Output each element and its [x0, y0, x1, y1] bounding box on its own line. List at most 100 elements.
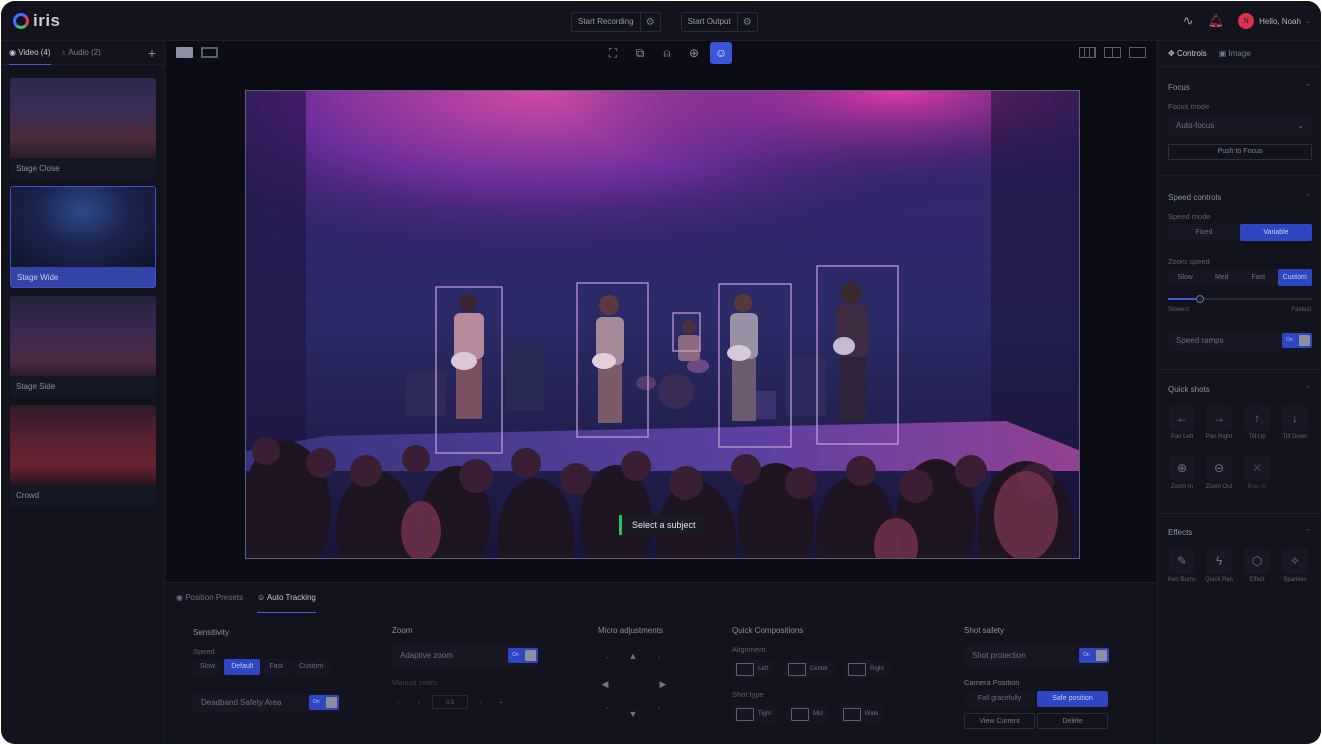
activity-icon[interactable]: ∿	[1183, 11, 1194, 31]
delete-button[interactable]: Delete	[1037, 713, 1108, 729]
micro-adjust-dpad: • ▲ • ◀ ▶ • ▼ •	[596, 647, 672, 723]
notification-bell-icon[interactable]: 🔔︎	[1208, 11, 1225, 31]
logo-icon	[13, 13, 29, 29]
arrow-up-icon[interactable]: ▲	[624, 647, 642, 665]
manual-zoom-stepper: − ‹ 0.5 › +	[392, 695, 508, 709]
add-source-button[interactable]: +	[148, 45, 156, 61]
focus-section-title: Focus	[1168, 83, 1190, 92]
tab-image[interactable]: ▣ Image	[1219, 41, 1251, 67]
video-feed[interactable]	[245, 90, 1080, 559]
push-to-focus-button[interactable]: Push to Focus	[1168, 144, 1312, 160]
quick-shots-chevron-icon[interactable]: ⌃	[1305, 385, 1311, 393]
person-position-icon[interactable]: ⍝	[656, 42, 678, 64]
speed-custom[interactable]: Custom	[292, 659, 331, 675]
effects-chevron-icon[interactable]: ⌃	[1305, 528, 1311, 536]
shot-protection-toggle[interactable]: On	[1079, 648, 1109, 663]
shot-tight-button[interactable]: Tight	[732, 705, 778, 723]
pan-left-button[interactable]: ← Pan Left	[1167, 405, 1197, 440]
grid-view-icon[interactable]	[201, 47, 218, 58]
shot-wide-button[interactable]: Wide	[838, 705, 885, 723]
tab-position-presets[interactable]: ◉ Position Presets	[176, 583, 243, 613]
diag-up-right-dot[interactable]: •	[650, 650, 668, 668]
frame-center-icon[interactable]: ⛶	[602, 42, 624, 64]
source-thumbnail[interactable]: Crowd	[10, 405, 156, 507]
source-thumbnail[interactable]: Stage Close	[10, 78, 156, 180]
adaptive-zoom-row: Adaptive zoom On	[392, 646, 538, 666]
adaptive-zoom-toggle[interactable]: On	[508, 648, 538, 663]
shot-protection-label: Shot protection	[972, 651, 1026, 660]
arrow-up-icon: ↑	[1244, 405, 1270, 431]
zoom-in-button[interactable]: ⊕ Zoom In	[1167, 455, 1197, 490]
source-thumbnail[interactable]: Stage Side	[10, 296, 156, 398]
sparkles-button[interactable]: ✧ Sparkles	[1280, 548, 1310, 583]
slider-handle[interactable]	[1195, 295, 1204, 303]
tilt-down-button[interactable]: ↓ Tilt Down	[1280, 405, 1310, 440]
main-viewer: ⛶ ⧉ ⍝ ⊕ ☺ Select a subject	[166, 41, 1156, 582]
divider	[1158, 175, 1321, 176]
zoom-speed-custom[interactable]: Custom	[1277, 269, 1312, 286]
arrow-down-icon: ↓	[1282, 405, 1308, 431]
recording-settings-gear-icon[interactable]: ⚙	[639, 13, 660, 31]
speed-mode-fixed[interactable]: Fixed	[1168, 224, 1240, 241]
focus-collapse-chevron-icon[interactable]: ⌃	[1305, 83, 1311, 91]
start-output-button[interactable]: Start Output	[682, 13, 737, 31]
arrow-right-icon[interactable]: ▶	[654, 675, 672, 693]
effect-label: Effect	[1249, 577, 1265, 583]
start-recording-button[interactable]: Start Recording	[572, 13, 640, 31]
tab-controls[interactable]: ✥ Controls	[1168, 41, 1207, 67]
arrow-down-icon[interactable]: ▼	[624, 705, 642, 723]
zoom-speed-slow[interactable]: Slow	[1168, 269, 1203, 286]
tilt-up-button[interactable]: ↑ Tilt Up	[1242, 405, 1272, 440]
toggle-state: On	[1286, 337, 1293, 343]
speed-section-title: Speed controls	[1168, 193, 1222, 202]
shot-type-options: Tight Mid Wide	[732, 705, 885, 723]
speed-collapse-chevron-icon[interactable]: ⌃	[1305, 193, 1311, 201]
output-settings-gear-icon[interactable]: ⚙	[736, 13, 757, 31]
effect-button[interactable]: ⬡ Effect	[1242, 548, 1272, 583]
auto-tracking-icon[interactable]: ☺	[710, 42, 732, 64]
align-right-button[interactable]: Right	[844, 660, 891, 678]
align-left-button[interactable]: Left	[732, 660, 775, 678]
shot-mid-button[interactable]: Mid	[787, 705, 829, 723]
speed-default[interactable]: Default	[224, 659, 261, 675]
zoom-speed-slider[interactable]	[1168, 295, 1312, 303]
source-thumbnail-selected[interactable]: Stage Wide	[10, 186, 156, 288]
fall-gracefully-button[interactable]: Fall gracefully	[964, 691, 1035, 707]
speed-slow[interactable]: Slow	[193, 659, 223, 675]
tab-audio[interactable]: ♁ Audio (2)	[61, 41, 101, 65]
diag-down-left-dot[interactable]: •	[598, 700, 616, 718]
speed-ramps-toggle[interactable]: On	[1282, 333, 1312, 348]
layout-grid-icon[interactable]	[1079, 47, 1096, 58]
arrow-left-icon[interactable]: ◀	[596, 675, 614, 693]
toggle-knob	[326, 697, 337, 708]
layout-split-icon[interactable]	[1104, 47, 1121, 58]
tab-video[interactable]: ◉ Video (4)	[9, 41, 51, 65]
speed-fast[interactable]: Fast	[262, 659, 290, 675]
slider-max-label: Fastest	[1291, 307, 1311, 313]
layout-full-icon[interactable]	[1129, 47, 1146, 58]
safe-position-button[interactable]: Safe position	[1037, 691, 1108, 707]
cube-icon: ⬡	[1244, 548, 1270, 574]
single-view-icon[interactable]	[176, 47, 193, 58]
diag-down-right-dot[interactable]: •	[650, 700, 668, 718]
deadband-toggle[interactable]: On	[309, 695, 339, 710]
speed-mode-variable[interactable]: Variable	[1240, 224, 1312, 241]
focus-mode-select[interactable]: Auto-focus ⌄	[1168, 116, 1312, 136]
zoom-speed-med[interactable]: Med	[1205, 269, 1240, 286]
crop-icon[interactable]: ⧉	[629, 42, 651, 64]
app-name: iris	[33, 11, 61, 30]
user-menu[interactable]: N Hello, Noah ⌄	[1238, 13, 1311, 29]
zoom-speed-fast[interactable]: Fast	[1241, 269, 1276, 286]
quick-pan-button[interactable]: ϟ Quick Pan	[1204, 548, 1234, 583]
tab-auto-tracking[interactable]: ☺ Auto Tracking	[257, 583, 316, 613]
diag-up-left-dot[interactable]: •	[598, 650, 616, 668]
view-current-button[interactable]: View Current	[964, 713, 1035, 729]
effects-title: Effects	[1168, 528, 1193, 537]
user-greeting: Hello, Noah	[1259, 16, 1301, 26]
align-center-button[interactable]: Center	[784, 660, 835, 678]
zoom-out-button[interactable]: ⊖ Zoom Out	[1204, 455, 1234, 490]
ken-burns-button[interactable]: ✎ Ken Burns	[1167, 548, 1197, 583]
speed-ramps-label: Speed ramps	[1176, 336, 1224, 345]
pan-right-button[interactable]: → Pan Right	[1204, 405, 1234, 440]
zoom-icon[interactable]: ⊕	[683, 42, 705, 64]
